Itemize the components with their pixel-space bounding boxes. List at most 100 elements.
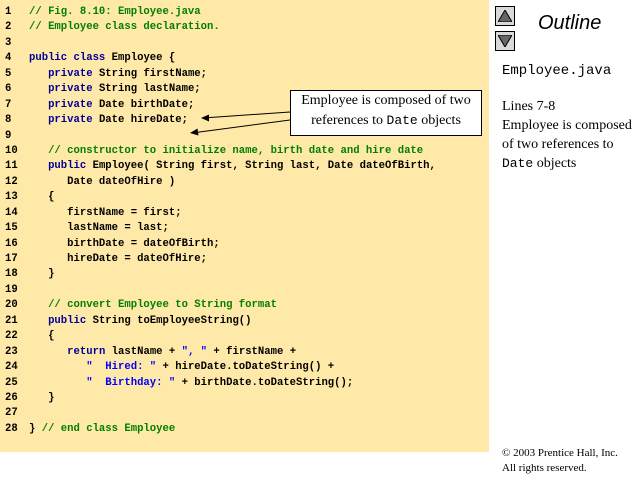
triangle-up-icon <box>498 10 512 22</box>
callout-line-1: Employee is composed of two <box>301 93 471 108</box>
code-token: lastName = last; <box>29 222 169 235</box>
code-text: // convert Employee to String format <box>29 298 277 313</box>
code-token: public <box>48 314 87 327</box>
code-token: firstName = first; <box>29 206 182 219</box>
line-number: 12 <box>5 175 18 188</box>
code-token: String toEmployeeString() <box>86 314 252 327</box>
line-number: 6 <box>5 83 12 96</box>
line-number: 20 <box>5 299 18 312</box>
line-number: 28 <box>5 422 18 435</box>
code-text: Date dateOfHire ) <box>29 175 175 190</box>
next-slide-button[interactable] <box>495 31 515 51</box>
code-token: String firstName; <box>92 67 208 80</box>
line-number: 19 <box>5 283 18 296</box>
line-number: 1 <box>5 6 12 18</box>
code-token: private <box>48 98 93 111</box>
outline-title: Outline <box>538 12 602 34</box>
callout-box: Employee is composed of two references t… <box>290 90 482 136</box>
line-number: 24 <box>5 361 18 374</box>
code-token: private <box>48 67 93 80</box>
line-number: 23 <box>5 345 18 358</box>
code-token: Employee( String first, String last, Dat… <box>86 160 436 173</box>
callout-line-2: references to Date objects <box>311 113 461 128</box>
code-text: public class Employee { <box>29 51 175 66</box>
side-note-lines: Lines 7-8 <box>502 99 556 114</box>
code-text: hireDate = dateOfHire; <box>29 252 207 267</box>
code-text: return lastName + ", " + firstName + <box>29 345 296 360</box>
triangle-down-icon <box>498 35 512 47</box>
code-token: } <box>29 392 55 404</box>
code-token: } <box>29 268 55 281</box>
code-token: Date dateOfHire ) <box>29 175 176 188</box>
line-number: 8 <box>5 114 12 127</box>
code-token: + hireDate.toDateString() + <box>156 361 335 374</box>
code-token: + firstName + <box>207 345 297 358</box>
code-token: // Employee class declaration. <box>29 21 220 34</box>
line-number: 26 <box>5 392 18 404</box>
code-token: return <box>67 345 106 358</box>
code-token: ", " <box>181 345 208 358</box>
code-text: // constructor to initialize name, birth… <box>29 144 423 159</box>
line-number: 16 <box>5 237 18 250</box>
line-number: 11 <box>5 160 18 173</box>
code-text: } <box>29 267 54 282</box>
line-number: 4 <box>5 52 12 65</box>
code-text: public Employee( String first, String la… <box>29 159 436 174</box>
rights-line: All rights reserved. <box>502 462 587 474</box>
line-number: 18 <box>5 268 18 281</box>
line-number: 25 <box>5 376 18 389</box>
code-token: public <box>48 160 87 173</box>
line-number: 17 <box>5 253 18 266</box>
code-token: String lastName; <box>92 83 201 96</box>
code-text: " Hired: " + hireDate.toDateString() + <box>29 360 334 375</box>
code-text: private Date birthDate; <box>29 98 194 113</box>
code-token: " Birthday: " <box>86 376 176 389</box>
code-text: " Birthday: " + birthDate.toDateString()… <box>29 376 353 391</box>
code-token: } <box>29 422 42 435</box>
code-token: private <box>48 83 93 96</box>
code-token: public class <box>29 52 106 65</box>
line-number: 10 <box>5 144 18 157</box>
code-token: { <box>29 191 55 204</box>
line-number: 15 <box>5 222 18 235</box>
line-number: 22 <box>5 330 18 343</box>
code-text: } <box>29 391 54 406</box>
code-listing-panel: 1 // Fig. 8.10: Employee.java 2 // Employee… <box>0 0 489 452</box>
previous-slide-button[interactable] <box>495 6 515 26</box>
line-number: 7 <box>5 98 12 111</box>
code-text: public String toEmployeeString() <box>29 314 252 329</box>
code-token: birthDate = dateOfBirth; <box>29 237 220 250</box>
line-number: 9 <box>5 129 12 142</box>
code-text: private Date hireDate; <box>29 113 188 128</box>
code-text: { <box>29 329 54 344</box>
code-token: { <box>29 330 55 343</box>
code-token: // convert Employee to String format <box>29 299 277 312</box>
code-token: " Hired: " <box>86 361 157 374</box>
code-token: hireDate = dateOfHire; <box>29 253 208 266</box>
line-number: 14 <box>5 206 18 219</box>
code-text: // Employee class declaration. <box>29 20 220 35</box>
code-text: // Fig. 8.10: Employee.java <box>29 5 201 20</box>
code-token: Employee { <box>105 52 176 65</box>
code-token: private <box>48 114 93 127</box>
line-number: 3 <box>5 36 12 49</box>
code-token: // Fig. 8.10: Employee.java <box>29 6 201 18</box>
code-token: // end class Employee <box>41 422 176 435</box>
code-token: Date birthDate; <box>92 98 195 111</box>
line-number: 2 <box>5 21 12 34</box>
code-text: lastName = last; <box>29 221 169 236</box>
code-token: + birthDate.toDateString(); <box>175 376 354 389</box>
code-text: private String firstName; <box>29 67 207 82</box>
side-note-text: Employee is composed of two references t… <box>502 118 632 171</box>
code-token: // constructor to initialize name, birth… <box>29 144 424 157</box>
code-text: firstName = first; <box>29 206 182 221</box>
